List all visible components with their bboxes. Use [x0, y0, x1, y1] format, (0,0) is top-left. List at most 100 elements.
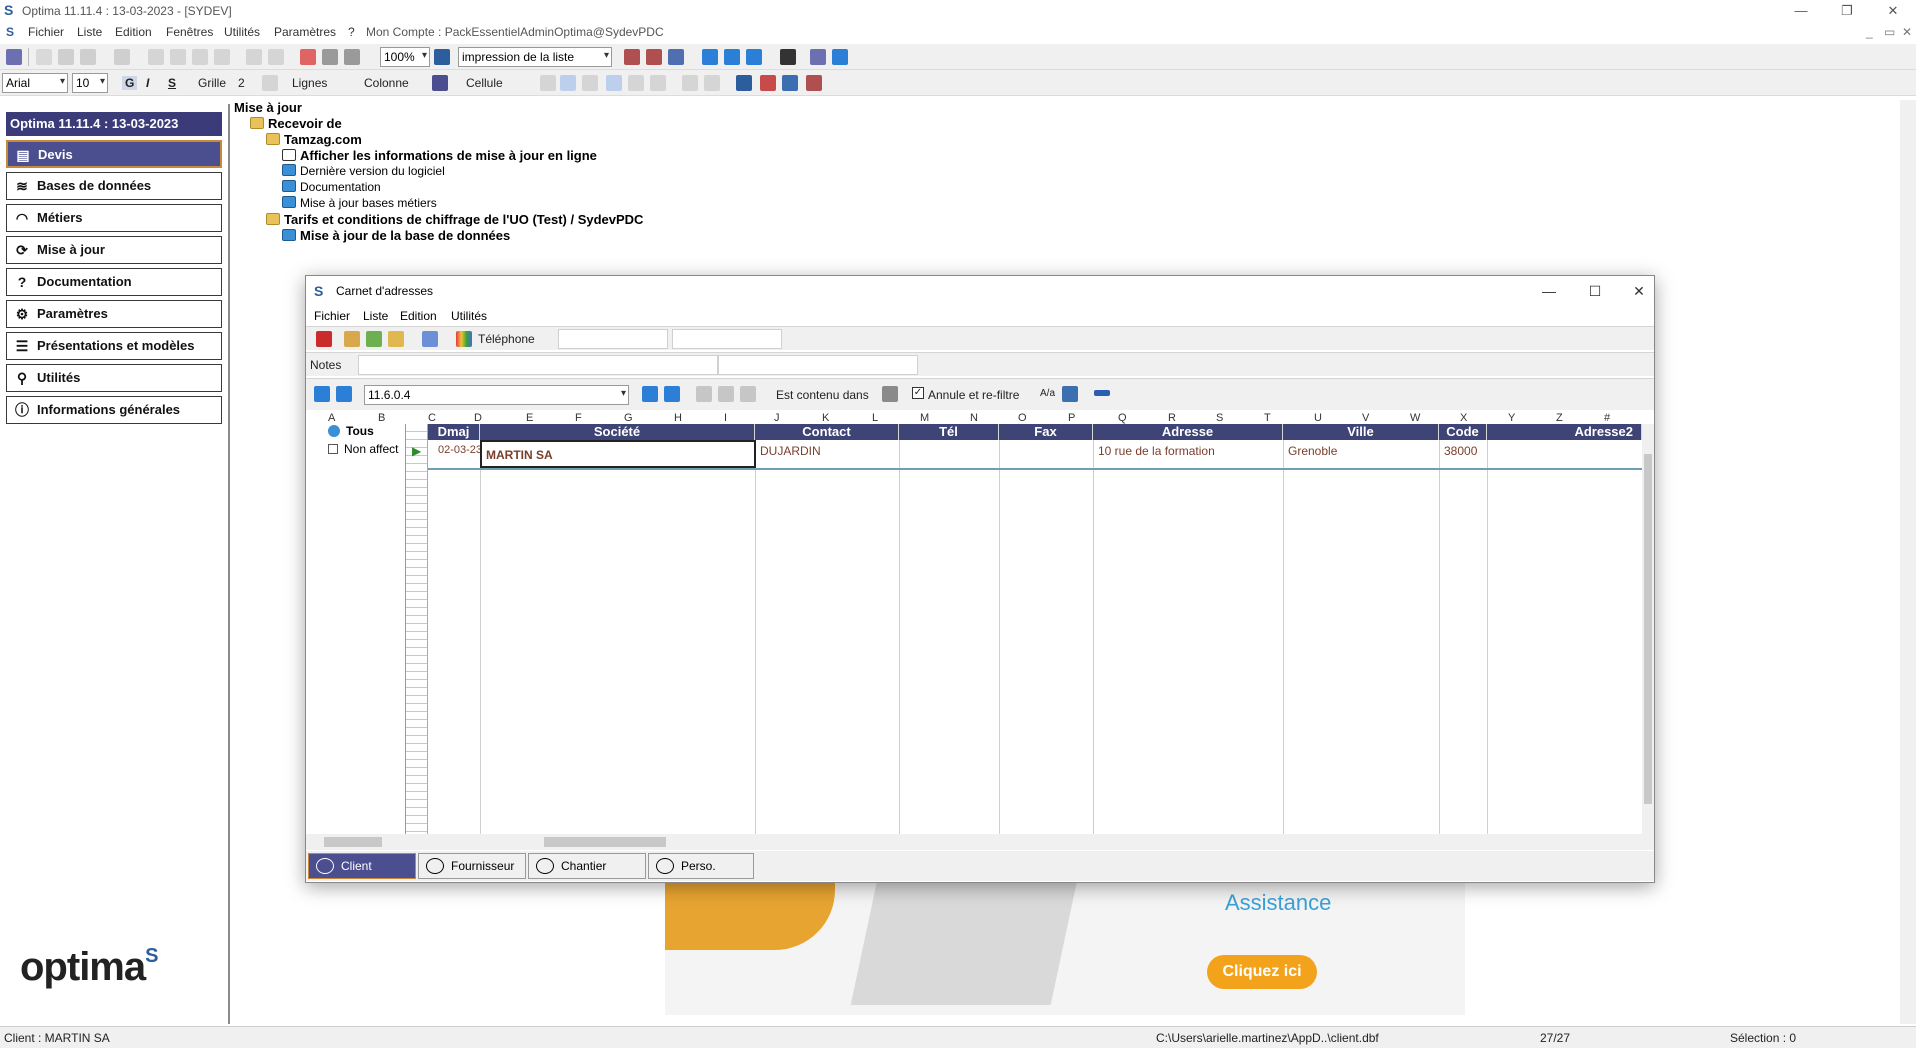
folder-icon[interactable] — [388, 331, 404, 347]
filter-icon[interactable] — [696, 386, 712, 402]
sidebar-item-utilites[interactable]: ⚲ Utilités — [6, 364, 222, 392]
cell-societe[interactable]: MARTIN SA — [480, 440, 756, 468]
dialog-menu-liste[interactable]: Liste — [363, 309, 388, 323]
grid-scroll-thumb[interactable] — [544, 837, 666, 847]
tab-chantier[interactable]: Chantier — [528, 853, 646, 879]
mdi-restore-icon[interactable]: ▭ — [1884, 25, 1895, 39]
est-contenu-label[interactable]: Est contenu dans — [776, 388, 869, 402]
tab-perso[interactable]: Perso. — [648, 853, 754, 879]
mdi-minimize-icon[interactable]: _ — [1866, 25, 1873, 39]
move-up-icon[interactable] — [746, 49, 762, 65]
sidebar-item-devis[interactable]: ▤ Devis — [6, 140, 222, 168]
font-color-icon[interactable] — [736, 75, 752, 91]
sidebar-item-mise-a-jour[interactable]: ⟳ Mise à jour — [6, 236, 222, 264]
undo-icon[interactable] — [246, 49, 262, 65]
print-preview-icon[interactable] — [344, 49, 360, 65]
collapse-icon[interactable] — [1094, 390, 1110, 396]
banner-cta-button[interactable]: Cliquez ici — [1207, 955, 1317, 989]
annule-refiltre-label[interactable]: Annule et re-filtre — [928, 388, 1019, 402]
lignes-label[interactable]: Lignes — [292, 76, 327, 90]
grille-value[interactable]: 2 — [238, 76, 245, 90]
outdent-icon[interactable] — [704, 75, 720, 91]
condition-icon[interactable] — [882, 386, 898, 402]
sidebar-item-documentation[interactable]: ? Documentation — [6, 268, 222, 296]
sidebar-item-presentations[interactable]: ☰ Présentations et modèles — [6, 332, 222, 360]
move-down-icon[interactable] — [724, 49, 740, 65]
col-header-tel[interactable]: Tél — [899, 424, 999, 440]
sidebar-item-bases[interactable]: ≋ Bases de données — [6, 172, 222, 200]
sort-up-icon[interactable] — [664, 386, 680, 402]
col-header-ville[interactable]: Ville — [1283, 424, 1439, 440]
tab-client[interactable]: Client — [308, 853, 416, 879]
mdi-close-icon[interactable]: ✕ — [1902, 25, 1912, 39]
delete-icon[interactable] — [316, 331, 332, 347]
font-size-select[interactable]: 10 ▾ — [72, 73, 108, 93]
print-icon[interactable] — [322, 49, 338, 65]
new-record-icon[interactable] — [344, 331, 360, 347]
scroll-thumb[interactable] — [1644, 454, 1652, 804]
dialog-menu-utilites[interactable]: Utilités — [451, 309, 487, 323]
report3-icon[interactable] — [668, 49, 684, 65]
zoom-select[interactable]: 100% ▾ — [380, 47, 430, 67]
col-header-dmaj[interactable]: Dmaj — [428, 424, 480, 440]
sidebar-item-parametres[interactable]: ⚙ Paramètres — [6, 300, 222, 328]
report2-icon[interactable] — [646, 49, 662, 65]
filter-add-icon[interactable] — [718, 386, 734, 402]
col-header-adresse2[interactable]: Adresse2 — [1487, 424, 1642, 440]
save-icon[interactable] — [80, 49, 96, 65]
tree-derniere[interactable]: Dernière version du logiciel — [282, 164, 445, 178]
grid-horizontal-scrollbar[interactable] — [306, 834, 1654, 850]
table-row[interactable]: 02-03-23 MARTIN SA DUJARDIN 10 rue de la… — [428, 440, 1642, 470]
close-icon[interactable]: ✕ — [1870, 0, 1916, 22]
strike-button[interactable]: S — [168, 76, 176, 90]
col-header-contact[interactable]: Contact — [755, 424, 899, 440]
menu-parametres[interactable]: Paramètres — [274, 25, 336, 39]
border2-icon[interactable] — [560, 75, 576, 91]
cell-dmaj[interactable]: 02-03-23 — [438, 444, 482, 456]
tree-recevoir[interactable]: Recevoir de — [250, 116, 342, 131]
bold-button[interactable]: G — [122, 76, 138, 90]
align-center-icon[interactable] — [628, 75, 644, 91]
fill-color-icon[interactable] — [760, 75, 776, 91]
tree-documentation[interactable]: Documentation — [282, 180, 381, 194]
cut-icon[interactable] — [148, 49, 164, 65]
paste-special-icon[interactable] — [214, 49, 230, 65]
tree-afficher[interactable]: Afficher les informations de mise à jour… — [282, 148, 597, 163]
import-icon[interactable] — [314, 386, 330, 402]
add-icon[interactable] — [366, 331, 382, 347]
cell-ville[interactable]: Grenoble — [1288, 444, 1337, 458]
cell-code[interactable]: 38000 — [1444, 444, 1477, 458]
col-header-fax[interactable]: Fax — [999, 424, 1093, 440]
folder-icon[interactable] — [114, 49, 130, 65]
paste-icon[interactable] — [192, 49, 208, 65]
export-icon[interactable] — [300, 49, 316, 65]
column-icon[interactable] — [432, 75, 448, 91]
col-header-code[interactable]: Code — [1439, 424, 1487, 440]
sidebar-item-informations[interactable]: ⓘ Informations générales — [6, 396, 222, 424]
col-header-societe[interactable]: Société — [480, 424, 755, 440]
cell-contact[interactable]: DUJARDIN — [760, 444, 821, 458]
telephone-icon[interactable] — [456, 331, 472, 347]
windows2-icon[interactable] — [810, 49, 826, 65]
tree-tamzag[interactable]: Tamzag.com — [266, 132, 362, 147]
telephone-field-2[interactable] — [672, 329, 782, 349]
notes-field[interactable] — [358, 355, 718, 375]
redo-icon[interactable] — [268, 49, 284, 65]
annule-checkbox[interactable]: ✓ — [912, 387, 924, 399]
dialog-menu-fichier[interactable]: Fichier — [314, 309, 350, 323]
app-menu-icon[interactable]: S — [6, 25, 14, 39]
col-header-adresse[interactable]: Adresse — [1093, 424, 1283, 440]
menu-liste[interactable]: Liste — [77, 25, 102, 39]
network-icon[interactable] — [832, 49, 848, 65]
tree-scroll-thumb[interactable] — [324, 837, 382, 847]
maximize-icon[interactable]: ☐ — [1580, 280, 1610, 302]
save-settings-icon[interactable] — [434, 49, 450, 65]
close-icon[interactable]: ✕ — [1624, 280, 1654, 302]
tree-maj-base[interactable]: Mise à jour de la base de données — [282, 228, 510, 243]
clear-format-icon[interactable] — [806, 75, 822, 91]
format-painter-icon[interactable] — [782, 75, 798, 91]
main-scrollbar[interactable] — [1900, 100, 1916, 1024]
tree-root[interactable]: Mise à jour — [234, 100, 302, 115]
menu-fenetres[interactable]: Fenêtres — [166, 25, 213, 39]
tree-tarifs[interactable]: Tarifs et conditions de chiffrage de l'U… — [266, 212, 643, 227]
